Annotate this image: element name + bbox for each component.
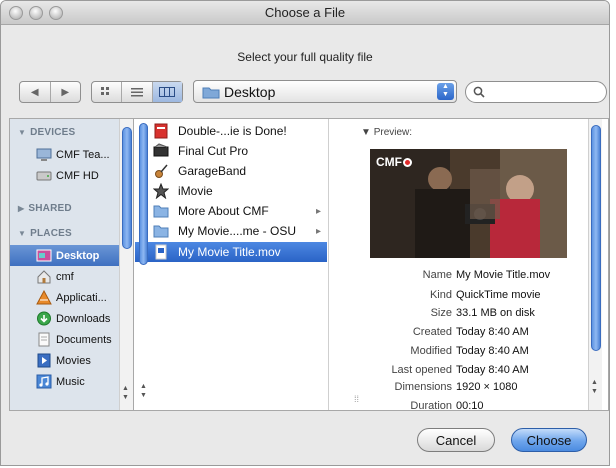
file-chooser-window: Choose a File Select your full quality f… bbox=[0, 0, 610, 466]
window-title: Choose a File bbox=[264, 5, 346, 20]
cmf-logo: CMF bbox=[376, 155, 412, 169]
choose-button[interactable]: Choose bbox=[511, 428, 587, 452]
file-column-scroll-thumb[interactable] bbox=[139, 123, 148, 265]
dialog-message: Select your full quality file bbox=[237, 50, 373, 64]
sidebar-item-documents[interactable]: Documents bbox=[10, 329, 133, 350]
sidebar-item-cmf-hd[interactable]: CMF HD bbox=[10, 165, 133, 186]
chevron-right-icon: ▸ bbox=[315, 205, 321, 217]
scroll-arrows-icon[interactable]: ▲ ▼ bbox=[122, 384, 129, 402]
sidebar-item-movies[interactable]: Movies bbox=[10, 350, 133, 371]
location-popup[interactable]: Desktop ▲ ▼ bbox=[193, 80, 457, 103]
chevron-right-icon: ▸ bbox=[315, 225, 321, 237]
preview-scroll-arrows-icon[interactable]: ▲ ▼ bbox=[591, 378, 598, 396]
movies-icon bbox=[37, 353, 51, 368]
file-browser: ▼ DEVICES CMF Tea... CMF HD ▶ SHARED ▼ PLAC… bbox=[9, 118, 609, 411]
preview-thumbnail: CMF bbox=[370, 149, 567, 258]
sidebar-heading-devices[interactable]: ▼ DEVICES bbox=[18, 127, 75, 138]
file-column: Double-...ie is Done! Final Cut Pro Gara… bbox=[135, 119, 329, 410]
file-item-double-ie-is-done[interactable]: Double-...ie is Done! bbox=[135, 121, 327, 141]
desktop-icon bbox=[36, 249, 52, 262]
file-column-scroll-arrows-icon[interactable]: ▲ ▼ bbox=[140, 382, 147, 400]
file-item-my-movie-osu[interactable]: My Movie....me - OSU ▸ bbox=[135, 221, 327, 241]
file-item-garageband[interactable]: GarageBand bbox=[135, 161, 327, 181]
sidebar-item-applications[interactable]: Applicati... bbox=[10, 287, 133, 308]
location-label: Desktop bbox=[224, 84, 276, 100]
applications-icon bbox=[36, 290, 52, 305]
info-row-duration: Duration 00:10 bbox=[410, 400, 484, 411]
sidebar-item-music[interactable]: Music bbox=[10, 371, 133, 392]
icon-view-icon[interactable] bbox=[92, 82, 123, 102]
info-row-created: Created Today 8:40 AM bbox=[412, 326, 529, 338]
sidebar-item-downloads[interactable]: Downloads bbox=[10, 308, 133, 329]
info-row-size: Size 33.1 MB on disk bbox=[430, 307, 535, 319]
sidebar: ▼ DEVICES CMF Tea... CMF HD ▶ SHARED ▼ PLAC… bbox=[10, 119, 134, 410]
file-item-my-movie-title[interactable]: My Movie Title.mov bbox=[135, 242, 327, 262]
preview-pane: ▼ Preview: CMF Name My Movie Title.mov K… bbox=[330, 119, 608, 410]
info-row-last-opened: Last opened Today 8:40 AM bbox=[391, 364, 529, 376]
documents-icon bbox=[38, 332, 50, 347]
sidebar-heading-places[interactable]: ▼ PLACES bbox=[18, 228, 72, 239]
final-cut-pro-icon bbox=[153, 143, 169, 157]
preview-label: ▼ Preview: bbox=[361, 127, 413, 138]
file-column-scrollbar[interactable] bbox=[139, 119, 151, 410]
sidebar-scroll-thumb[interactable] bbox=[122, 127, 132, 249]
file-item-final-cut-pro[interactable]: Final Cut Pro bbox=[135, 141, 327, 161]
computer-icon bbox=[36, 148, 52, 161]
downloads-icon bbox=[37, 311, 51, 326]
title-bar: Choose a File bbox=[1, 1, 609, 25]
info-row-name: Name My Movie Title.mov bbox=[422, 269, 551, 281]
sidebar-scrollbar[interactable]: ▲ ▼ bbox=[119, 119, 133, 410]
info-row-modified: Modified Today 8:40 AM bbox=[410, 345, 529, 357]
preview-scroll-thumb[interactable] bbox=[591, 125, 601, 351]
star-icon bbox=[153, 183, 169, 199]
home-icon bbox=[37, 270, 51, 284]
resize-handle-icon[interactable]: ⁞⁞ bbox=[354, 394, 359, 404]
history-navigation: ◀ ▶ bbox=[19, 81, 81, 103]
sidebar-item-cmf-team[interactable]: CMF Tea... bbox=[10, 144, 133, 165]
preview-scrollbar[interactable]: ▲ ▼ bbox=[588, 119, 602, 410]
info-row-kind: Kind QuickTime movie bbox=[429, 289, 541, 301]
file-item-imovie[interactable]: iMovie bbox=[135, 181, 327, 201]
forward-arrow-icon[interactable]: ▶ bbox=[51, 82, 81, 102]
sidebar-item-desktop[interactable]: Desktop bbox=[10, 245, 133, 266]
back-arrow-icon[interactable]: ◀ bbox=[20, 82, 51, 102]
movie-file-icon bbox=[155, 244, 167, 260]
sidebar-heading-shared[interactable]: ▶ SHARED bbox=[18, 203, 72, 214]
music-icon bbox=[36, 374, 52, 389]
column-view-icon[interactable] bbox=[152, 82, 182, 102]
sidebar-item-cmf[interactable]: cmf bbox=[10, 266, 133, 287]
chevron-updown-icon: ▲ ▼ bbox=[437, 83, 454, 100]
view-mode-switcher bbox=[91, 81, 183, 103]
guitar-icon bbox=[155, 164, 168, 178]
pdf-icon bbox=[154, 123, 168, 139]
search-icon bbox=[473, 86, 485, 98]
hard-drive-icon bbox=[36, 171, 52, 181]
search-field[interactable] bbox=[465, 81, 607, 103]
folder-icon bbox=[153, 225, 169, 238]
file-item-more-about-cmf[interactable]: More About CMF ▸ bbox=[135, 201, 327, 221]
cancel-button[interactable]: Cancel bbox=[417, 428, 495, 452]
folder-icon bbox=[202, 87, 220, 99]
list-view-icon[interactable] bbox=[122, 82, 153, 102]
info-row-dimensions: Dimensions 1920 × 1080 bbox=[394, 381, 518, 393]
folder-icon bbox=[153, 205, 169, 218]
